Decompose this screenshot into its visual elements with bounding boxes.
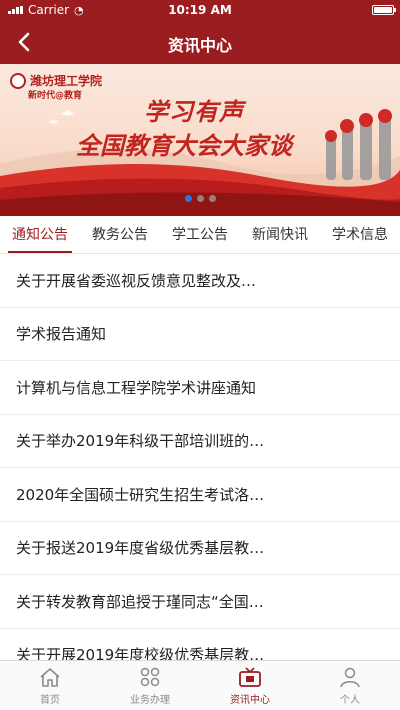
- grid-icon: [137, 665, 163, 689]
- tab-category[interactable]: 新闻快讯: [240, 216, 320, 253]
- category-tabs: 通知公告 教务公告 学工公告 新闻快讯 学术信息: [0, 216, 400, 254]
- banner-headline: 学习有声: [144, 98, 244, 126]
- school-name: 潍坊理工学院: [30, 74, 103, 88]
- tab-category[interactable]: 学工公告: [160, 216, 240, 253]
- news-list-item[interactable]: 关于开展省委巡视反馈意见整改及…: [0, 254, 400, 308]
- status-time: 10:19 AM: [168, 3, 232, 17]
- tabbar-label: 资讯中心: [230, 695, 270, 706]
- page-title: 资讯中心: [167, 36, 232, 55]
- tabbar-item[interactable]: 个人: [300, 661, 400, 710]
- banner-subheadline: 全国教育大会大家谈: [76, 132, 292, 160]
- tab-category[interactable]: 教务公告: [80, 216, 160, 253]
- news-list-item[interactable]: 学术报告通知: [0, 308, 400, 361]
- tabbar-label: 个人: [340, 695, 360, 706]
- tab-category[interactable]: 学术信息: [320, 216, 400, 253]
- school-logo: 潍坊理工学院: [10, 72, 102, 89]
- carousel-dot[interactable]: [208, 195, 216, 202]
- tabbar-item[interactable]: 首页: [0, 661, 100, 710]
- school-seal-icon: [10, 72, 26, 89]
- top-bar: Carrier ◔ 10:19 AM 资讯中心: [0, 0, 400, 64]
- news-list-item[interactable]: 关于报送2019年度省级优秀基层教…: [0, 522, 400, 575]
- tabbar-label: 业务办理: [130, 695, 170, 706]
- news-list-item[interactable]: 计算机与信息工程学院学术讲座通知: [0, 361, 400, 415]
- back-button[interactable]: [10, 28, 38, 56]
- home-icon: [37, 665, 63, 689]
- nav-bar: 资讯中心: [0, 20, 400, 64]
- tabbar-item[interactable]: 资讯中心: [200, 661, 300, 710]
- chevron-left-icon: [18, 32, 30, 52]
- banner-carousel[interactable]: 潍坊理工学院 新时代@教育 学习有声 全国教育大会大家谈: [0, 64, 400, 216]
- carousel-dot[interactable]: [196, 195, 204, 202]
- news-list-item[interactable]: 关于转发教育部追授于瑾同志“全国…: [0, 575, 400, 629]
- tab-category[interactable]: 通知公告: [0, 216, 80, 253]
- news-list-item[interactable]: 2020年全国硕士研究生招生考试洛…: [0, 468, 400, 522]
- carousel-indicator[interactable]: [0, 195, 400, 202]
- status-bar: Carrier ◔ 10:19 AM: [0, 0, 400, 20]
- battery-icon: [372, 5, 396, 15]
- news-list-item[interactable]: 关于开展2019年度校级优秀基层教…: [0, 629, 400, 660]
- tv-icon: [237, 665, 263, 689]
- carousel-dot[interactable]: [184, 195, 192, 202]
- person-icon: [337, 665, 363, 689]
- tabbar-item[interactable]: 业务办理: [100, 661, 200, 710]
- banner-tagline: 新时代@教育: [28, 91, 83, 101]
- tabbar-label: 首页: [40, 695, 60, 706]
- news-list: 关于开展省委巡视反馈意见整改及… 学术报告通知 计算机与信息工程学院学术讲座通知 关于…: [0, 254, 400, 660]
- bottom-tab-bar: 首页 业务办理 资讯中心 个人: [0, 660, 400, 710]
- news-list-item[interactable]: 关于举办2019年科级干部培训班的…: [0, 415, 400, 468]
